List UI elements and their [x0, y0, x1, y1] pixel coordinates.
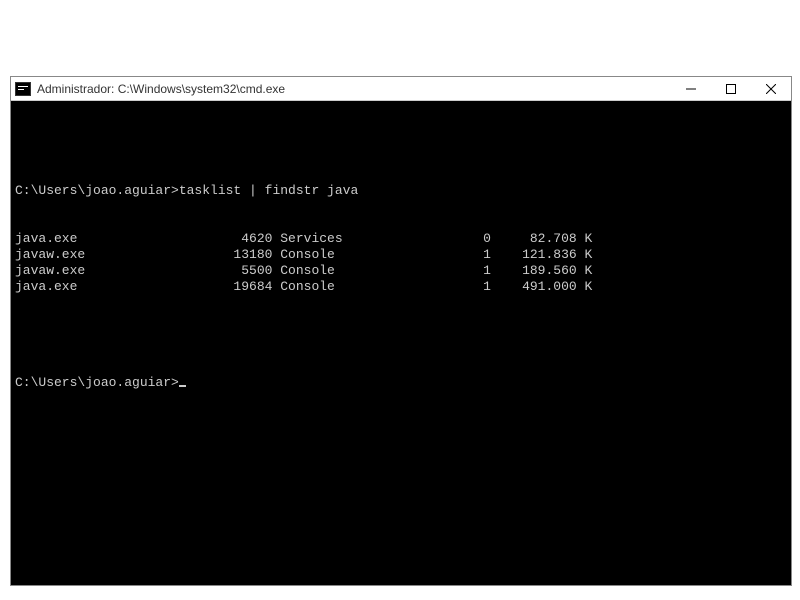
command-line-1: C:\Users\joao.aguiar>tasklist | findstr … — [15, 183, 787, 199]
process-rows: java.exe 4620 Services 0 82.708 Kjavaw.e… — [15, 231, 787, 295]
terminal-body[interactable]: C:\Users\joao.aguiar>tasklist | findstr … — [11, 101, 791, 585]
command-line-2: C:\Users\joao.aguiar> — [15, 375, 787, 391]
cmd-window: Administrador: C:\Windows\system32\cmd.e… — [10, 76, 792, 586]
minimize-button[interactable] — [671, 77, 711, 100]
maximize-button[interactable] — [711, 77, 751, 100]
maximize-icon — [726, 84, 736, 94]
command-text: tasklist | findstr java — [179, 183, 358, 198]
window-title: Administrador: C:\Windows\system32\cmd.e… — [37, 82, 671, 96]
process-row: java.exe 19684 Console 1 491.000 K — [15, 279, 787, 295]
titlebar[interactable]: Administrador: C:\Windows\system32\cmd.e… — [11, 77, 791, 101]
prompt: C:\Users\joao.aguiar> — [15, 375, 179, 390]
cursor — [179, 385, 186, 387]
window-controls — [671, 77, 791, 100]
prompt: C:\Users\joao.aguiar> — [15, 183, 179, 198]
close-icon — [766, 84, 776, 94]
process-row: javaw.exe 13180 Console 1 121.836 K — [15, 247, 787, 263]
close-button[interactable] — [751, 77, 791, 100]
minimize-icon — [686, 84, 696, 94]
cmd-icon — [15, 82, 31, 96]
terminal-blank — [15, 327, 787, 343]
process-row: java.exe 4620 Services 0 82.708 K — [15, 231, 787, 247]
terminal-blank — [15, 135, 787, 151]
process-row: javaw.exe 5500 Console 1 189.560 K — [15, 263, 787, 279]
